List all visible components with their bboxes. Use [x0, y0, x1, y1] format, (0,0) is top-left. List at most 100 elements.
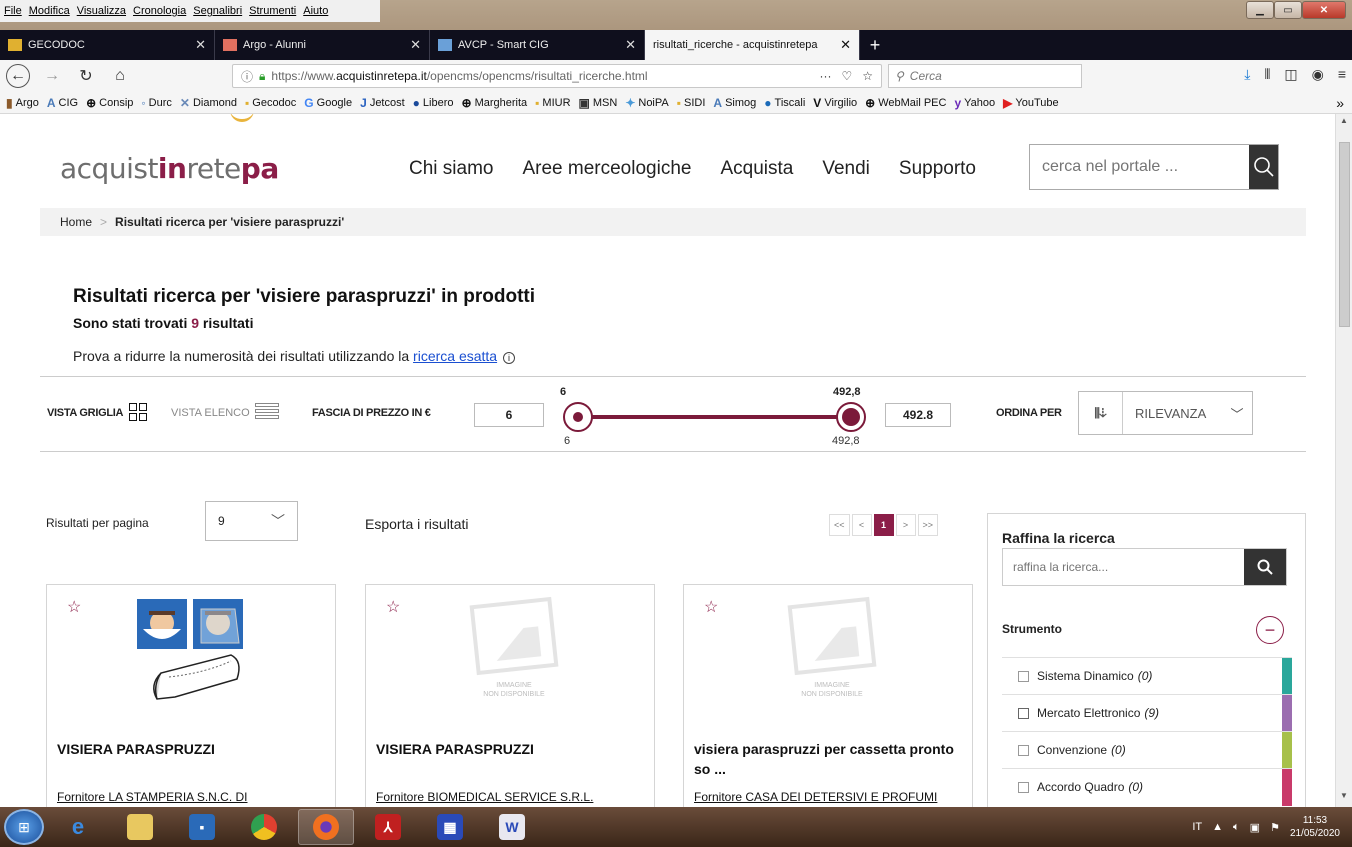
pager-first[interactable]: <<	[829, 514, 850, 536]
page-scrollbar[interactable]: ▲ ▼	[1335, 114, 1352, 807]
back-arrow-icon[interactable]: ←	[6, 64, 30, 88]
bookmark-youtube[interactable]: ▶ YouTube	[1003, 96, 1058, 110]
price-slider-track[interactable]	[578, 415, 854, 419]
refine-search-input[interactable]	[1003, 549, 1244, 585]
bookmark-yahoo[interactable]: y Yahoo	[954, 96, 995, 110]
download-icon[interactable]: ⤓	[1244, 66, 1250, 83]
library-icon[interactable]: ⫴	[1264, 66, 1270, 83]
favorite-star-icon[interactable]: ☆	[704, 597, 718, 617]
menu-segnalibri[interactable]: Segnalibri	[193, 5, 242, 17]
close-tab-icon[interactable]: ✕	[840, 37, 851, 53]
tab-risultati-ricerche[interactable]: risultati_ricerche - acquistinretepa ✕	[645, 30, 860, 60]
info-icon[interactable]: i	[502, 352, 515, 364]
list-view-icon[interactable]	[255, 403, 279, 421]
bookmark-jetcost[interactable]: J Jetcost	[360, 96, 405, 110]
tab-avcp-smart-cig[interactable]: AVCP - Smart CIG ✕	[430, 30, 645, 60]
view-grid-label[interactable]: VISTA GRIGLIA	[47, 407, 123, 419]
bookmark-webmail-pec[interactable]: ⊕ WebMail PEC	[865, 96, 946, 110]
nav-supporto[interactable]: Supporto	[899, 158, 976, 180]
forward-arrow-icon[interactable]: →	[40, 64, 64, 88]
tray-overflow-icon[interactable]: ▲	[1212, 821, 1223, 833]
export-results-link[interactable]: Esporta i risultati	[365, 516, 468, 532]
lock-icon[interactable]: 🔒︎	[259, 69, 265, 84]
product-supplier-link[interactable]: Fornitore BIOMEDICAL SERVICE S.R.L.	[376, 790, 593, 804]
sort-select[interactable]: ⫼⇣ RILEVANZA ﹀	[1078, 391, 1253, 435]
grid-view-icon[interactable]	[129, 403, 147, 421]
taskbar-word[interactable]: W	[484, 809, 540, 845]
favorite-star-icon[interactable]: ☆	[386, 597, 400, 617]
close-tab-icon[interactable]: ✕	[195, 37, 206, 53]
favorite-star-icon[interactable]: ☆	[67, 597, 81, 617]
tab-gecodoc[interactable]: GECODOC ✕	[0, 30, 215, 60]
start-button[interactable]: ⊞	[4, 809, 44, 845]
reload-icon[interactable]: ↻	[74, 64, 98, 88]
volume-icon[interactable]: 🔈︎	[1233, 821, 1240, 834]
home-icon[interactable]: ⌂	[108, 64, 132, 88]
sort-order-icon[interactable]: ⫼⇣	[1079, 392, 1123, 434]
tab-argo-alunni[interactable]: Argo - Alunni ✕	[215, 30, 430, 60]
network-icon[interactable]: ▣	[1250, 821, 1260, 834]
product-image[interactable]	[135, 599, 249, 711]
bookmark-noipa[interactable]: ✦ NoiPA	[625, 96, 668, 110]
refine-search-button[interactable]	[1244, 549, 1286, 585]
menu-file[interactable]: File	[4, 5, 22, 17]
bookmark-argo[interactable]: ▮ Argo	[6, 96, 39, 110]
url-bar[interactable]: ⓘ 🔒︎ https://www.acquistinretepa.it/open…	[232, 64, 882, 88]
close-window-button[interactable]: ✕	[1302, 1, 1346, 19]
taskbar-chrome[interactable]	[236, 809, 292, 845]
bookmark-google[interactable]: G Google	[304, 96, 352, 110]
nav-chi-siamo[interactable]: Chi siamo	[409, 158, 493, 180]
language-indicator[interactable]: IT	[1192, 821, 1202, 833]
bookmark-gecodoc[interactable]: ▪ Gecodoc	[245, 96, 296, 110]
nav-aree-merceologiche[interactable]: Aree merceologiche	[522, 158, 691, 180]
bookmark-durc[interactable]: ◦ Durc	[141, 96, 172, 110]
scroll-up-arrow-icon[interactable]: ▲	[1336, 116, 1352, 130]
nav-acquista[interactable]: Acquista	[720, 158, 793, 180]
browser-search-input[interactable]: ⚲ Cerca	[888, 64, 1082, 88]
pager-page-1[interactable]: 1	[873, 514, 894, 536]
taskbar-internet-explorer[interactable]: e	[50, 809, 106, 845]
minimize-button[interactable]: ▁	[1246, 1, 1274, 19]
option-convenzione[interactable]: Convenzione (0)	[1002, 731, 1292, 769]
taskbar-explorer[interactable]	[112, 809, 168, 845]
checkbox[interactable]	[1018, 670, 1029, 682]
bookmark-sidi[interactable]: ▪ SIDI	[677, 96, 706, 110]
option-sistema-dinamico[interactable]: Sistema Dinamico (0)	[1002, 657, 1292, 695]
bookmark-tiscali[interactable]: ● Tiscali	[764, 96, 805, 110]
close-tab-icon[interactable]: ✕	[410, 37, 421, 53]
menu-modifica[interactable]: Modifica	[29, 5, 70, 17]
portal-search-input[interactable]	[1030, 145, 1249, 189]
bookmark-libero[interactable]: ● Libero	[413, 96, 454, 110]
product-name[interactable]: VISIERA PARASPRUZZI	[57, 739, 327, 759]
per-page-select[interactable]: 9 ﹀	[205, 501, 298, 541]
product-name[interactable]: visiera paraspruzzi per cassetta pronto …	[694, 739, 964, 779]
bookmark-msn[interactable]: ▣ MSN	[579, 96, 618, 110]
product-name[interactable]: VISIERA PARASPRUZZI	[376, 739, 646, 759]
option-accordo-quadro[interactable]: Accordo Quadro (0)	[1002, 768, 1292, 806]
bookmark-cig[interactable]: A CIG	[47, 96, 78, 110]
bookmark-consip[interactable]: ⊕ Consip	[86, 96, 133, 110]
bookmark-virgilio[interactable]: V Virgilio	[813, 96, 857, 110]
price-max-input[interactable]: 492.8	[885, 403, 951, 427]
bookmark-simog[interactable]: A Simog	[713, 96, 756, 110]
taskbar-acrobat[interactable]: ⅄	[360, 809, 416, 845]
action-center-flag-icon[interactable]: ⚑	[1270, 821, 1280, 834]
pager-prev[interactable]: <	[851, 514, 872, 536]
scroll-thumb[interactable]	[1339, 142, 1350, 327]
bookmark-diamond[interactable]: ✕ Diamond	[180, 96, 237, 110]
exact-search-link[interactable]: ricerca esatta	[413, 348, 497, 364]
scroll-down-arrow-icon[interactable]: ▼	[1336, 791, 1352, 805]
product-supplier-link[interactable]: Fornitore LA STAMPERIA S.N.C. DI	[57, 790, 248, 804]
pager-next[interactable]: >	[895, 514, 916, 536]
pocket-icon[interactable]: ♡	[841, 69, 852, 83]
checkbox[interactable]	[1018, 707, 1029, 719]
clock[interactable]: 11:53 21/05/2020	[1290, 814, 1340, 840]
price-slider-min-handle[interactable]	[563, 402, 593, 432]
nav-vendi[interactable]: Vendi	[822, 158, 870, 180]
checkbox[interactable]	[1018, 744, 1029, 756]
info-icon[interactable]: ⓘ	[241, 68, 253, 85]
site-logo[interactable]: acquistinretepa	[60, 152, 279, 185]
taskbar-firefox[interactable]	[298, 809, 354, 845]
menu-hamburger-icon[interactable]: ≡	[1338, 66, 1346, 83]
account-icon[interactable]: ◉	[1312, 66, 1324, 83]
